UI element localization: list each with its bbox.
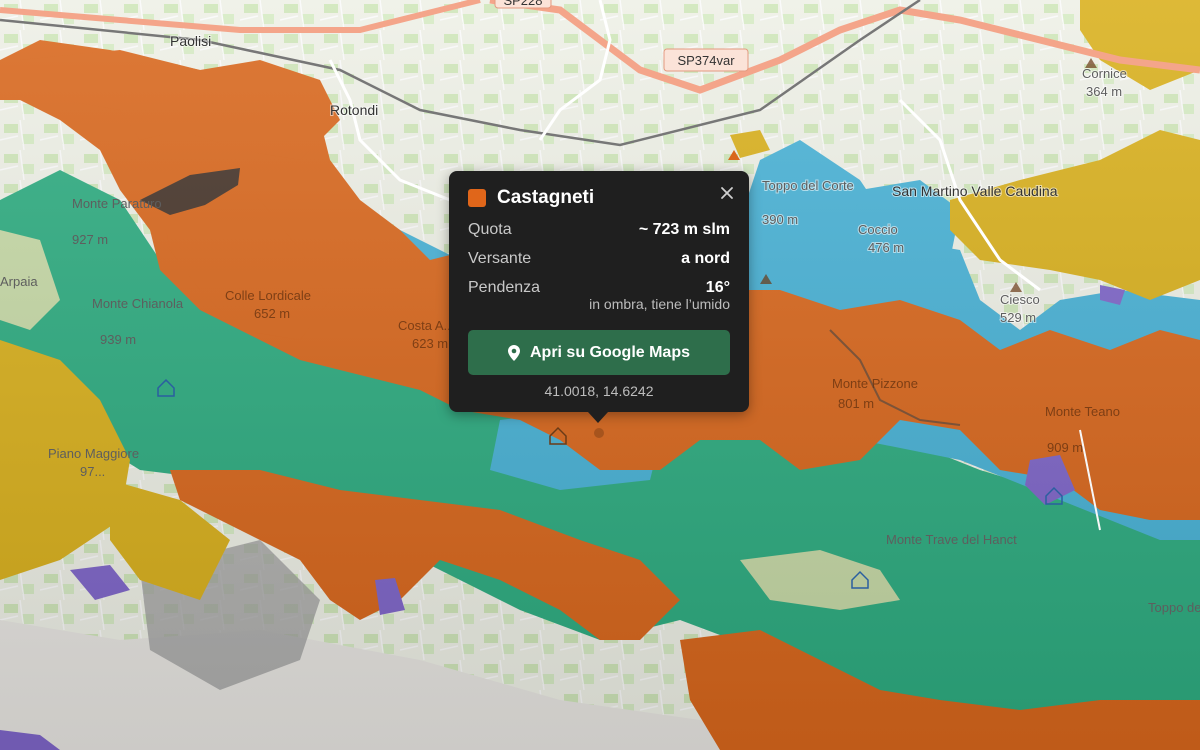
svg-text:San Martino Valle Caudina: San Martino Valle Caudina <box>892 183 1058 199</box>
map-pin-icon <box>507 344 520 361</box>
place-label-paolisi: Paolisi <box>170 33 211 49</box>
detail-value: a nord <box>681 250 730 267</box>
close-icon[interactable] <box>719 185 735 201</box>
svg-text:623 m: 623 m <box>412 336 448 351</box>
svg-text:801 m: 801 m <box>838 396 874 411</box>
svg-text:909 m: 909 m <box>1047 440 1083 455</box>
road-shield-sp228: SP228 <box>494 0 552 9</box>
svg-text:Monte Paraturo: Monte Paraturo <box>72 196 162 211</box>
svg-text:SP228: SP228 <box>503 0 542 8</box>
detail-key: Quota <box>468 221 512 238</box>
svg-text:SP374var: SP374var <box>677 53 735 68</box>
svg-text:Piano Maggiore: Piano Maggiore <box>48 446 139 461</box>
svg-text:Costa A...: Costa A... <box>398 318 454 333</box>
place-label-rotondi: Rotondi <box>330 102 378 118</box>
road-shield-sp374var: SP374var <box>663 48 749 72</box>
place-label-toppo-del-fo: Toppo del Fo... <box>1148 600 1200 615</box>
svg-text:Cornice: Cornice <box>1082 66 1127 81</box>
svg-text:Ciesco: Ciesco <box>1000 292 1040 307</box>
detail-value: ~ 723 m slm <box>638 221 730 238</box>
svg-text:364 m: 364 m <box>1086 84 1122 99</box>
svg-text:529 m: 529 m <box>1000 310 1036 325</box>
svg-text:476 m: 476 m <box>868 240 904 255</box>
popup-title: Castagneti <box>497 187 595 208</box>
open-google-maps-button[interactable]: Apri su Google Maps <box>468 330 730 375</box>
svg-text:Monte Chianola: Monte Chianola <box>92 296 184 311</box>
svg-text:97...: 97... <box>80 464 105 479</box>
svg-text:Toppo del Corte: Toppo del Corte <box>762 178 854 193</box>
popup-tip <box>588 412 608 423</box>
location-marker <box>594 428 604 438</box>
svg-text:Monte Teano: Monte Teano <box>1045 404 1120 419</box>
svg-text:927 m: 927 m <box>72 232 108 247</box>
popup-header: Castagneti <box>468 185 730 211</box>
detail-key: Pendenza <box>468 279 541 296</box>
svg-text:Toppo del Fo...: Toppo del Fo... <box>1148 600 1200 615</box>
svg-text:652 m: 652 m <box>254 306 290 321</box>
place-label-monte-trave: Monte Trave del Hanct <box>886 532 1017 547</box>
popup-details: Quota ~ 723 m slm Versante a nord Penden… <box>468 215 730 302</box>
svg-text:Monte Pizzone: Monte Pizzone <box>832 376 918 391</box>
place-label-san-martino: San Martino Valle Caudina <box>891 182 1059 200</box>
svg-text:Coccio: Coccio <box>858 222 898 237</box>
open-google-maps-label: Apri su Google Maps <box>529 343 690 361</box>
place-label-arpaia: Arpaia <box>0 274 38 289</box>
svg-text:Arpaia: Arpaia <box>0 274 38 289</box>
detail-row-quota: Quota ~ 723 m slm <box>468 215 730 244</box>
svg-text:Colle Lordicale: Colle Lordicale <box>225 288 311 303</box>
feature-popup: Castagneti Quota ~ 723 m slm Versante a … <box>449 171 749 412</box>
detail-row-versante: Versante a nord <box>468 244 730 273</box>
popup-coordinates: 41.0018, 14.6242 <box>544 383 654 399</box>
svg-text:390 m: 390 m <box>762 212 798 227</box>
svg-text:939 m: 939 m <box>100 332 136 347</box>
svg-text:Monte Trave del Hanct: Monte Trave del Hanct <box>886 532 1017 547</box>
category-swatch <box>468 189 486 207</box>
detail-key: Versante <box>468 250 532 267</box>
